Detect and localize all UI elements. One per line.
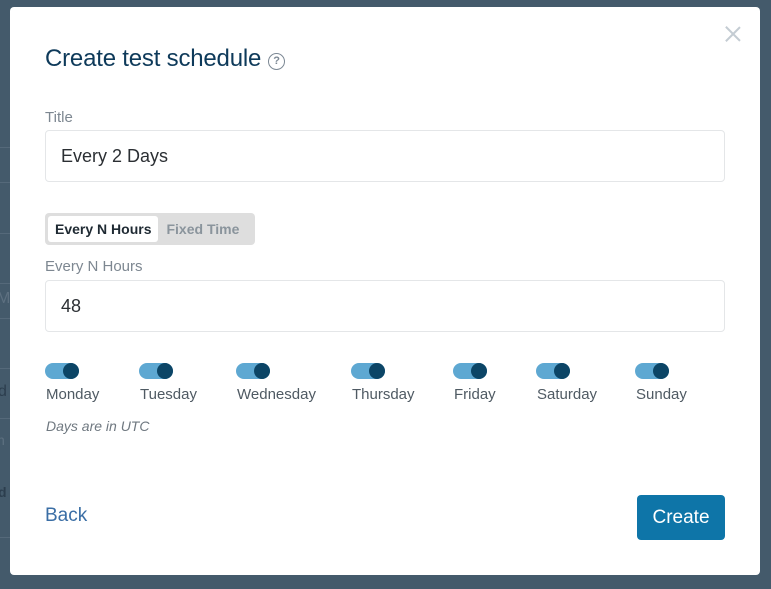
day-label: Monday (46, 386, 100, 403)
mode-option-fixed-time[interactable]: Fixed Time (158, 216, 246, 242)
create-button[interactable]: Create (637, 495, 725, 540)
title-input[interactable]: Every 2 Days (45, 130, 725, 182)
day-sunday: Sunday (635, 363, 715, 403)
toggle-thursday[interactable] (351, 363, 385, 379)
toggle-sunday[interactable] (635, 363, 669, 379)
toggle-knob (554, 363, 570, 379)
day-wednesday: Wednesday (236, 363, 351, 403)
schedule-mode-selector: Every N Hours Fixed Time (45, 213, 255, 245)
every-n-hours-label: Every N Hours (45, 258, 143, 275)
title-field-label: Title (45, 109, 73, 126)
toggle-wednesday[interactable] (236, 363, 270, 379)
close-icon[interactable] (724, 25, 742, 43)
toggle-tuesday[interactable] (139, 363, 173, 379)
modal-title: Create test schedule (45, 45, 262, 72)
day-label: Friday (454, 386, 496, 403)
toggle-knob (63, 363, 79, 379)
day-label: Thursday (352, 386, 415, 403)
toggle-knob (653, 363, 669, 379)
toggle-knob (369, 363, 385, 379)
day-saturday: Saturday (536, 363, 635, 403)
day-thursday: Thursday (351, 363, 453, 403)
every-n-hours-input[interactable]: 48 (45, 280, 725, 332)
day-toggles: Monday Tuesday Wednesday Thursday Friday… (45, 363, 715, 403)
every-n-hours-value: 48 (61, 295, 82, 316)
title-input-value: Every 2 Days (61, 145, 169, 166)
day-friday: Friday (453, 363, 536, 403)
create-schedule-modal: Create test schedule ? Title Every 2 Day… (10, 7, 760, 575)
toggle-knob (254, 363, 270, 379)
day-monday: Monday (45, 363, 139, 403)
day-label: Saturday (537, 386, 598, 403)
help-icon[interactable]: ? (268, 52, 286, 70)
day-tuesday: Tuesday (139, 363, 236, 403)
modal-header: Create test schedule ? (45, 45, 286, 73)
bg-text: M (0, 290, 11, 307)
day-label: Sunday (636, 386, 687, 403)
back-button[interactable]: Back (45, 505, 87, 527)
bg-text: d (0, 484, 7, 500)
toggle-monday[interactable] (45, 363, 79, 379)
timezone-note: Days are in UTC (46, 418, 150, 434)
toggle-friday[interactable] (453, 363, 487, 379)
toggle-saturday[interactable] (536, 363, 570, 379)
bg-text: n (0, 432, 5, 448)
day-label: Tuesday (140, 386, 197, 403)
toggle-knob (157, 363, 173, 379)
toggle-knob (471, 363, 487, 379)
day-label: Wednesday (237, 386, 316, 403)
mode-option-every-n-hours[interactable]: Every N Hours (48, 216, 159, 242)
bg-text: d (0, 383, 7, 400)
